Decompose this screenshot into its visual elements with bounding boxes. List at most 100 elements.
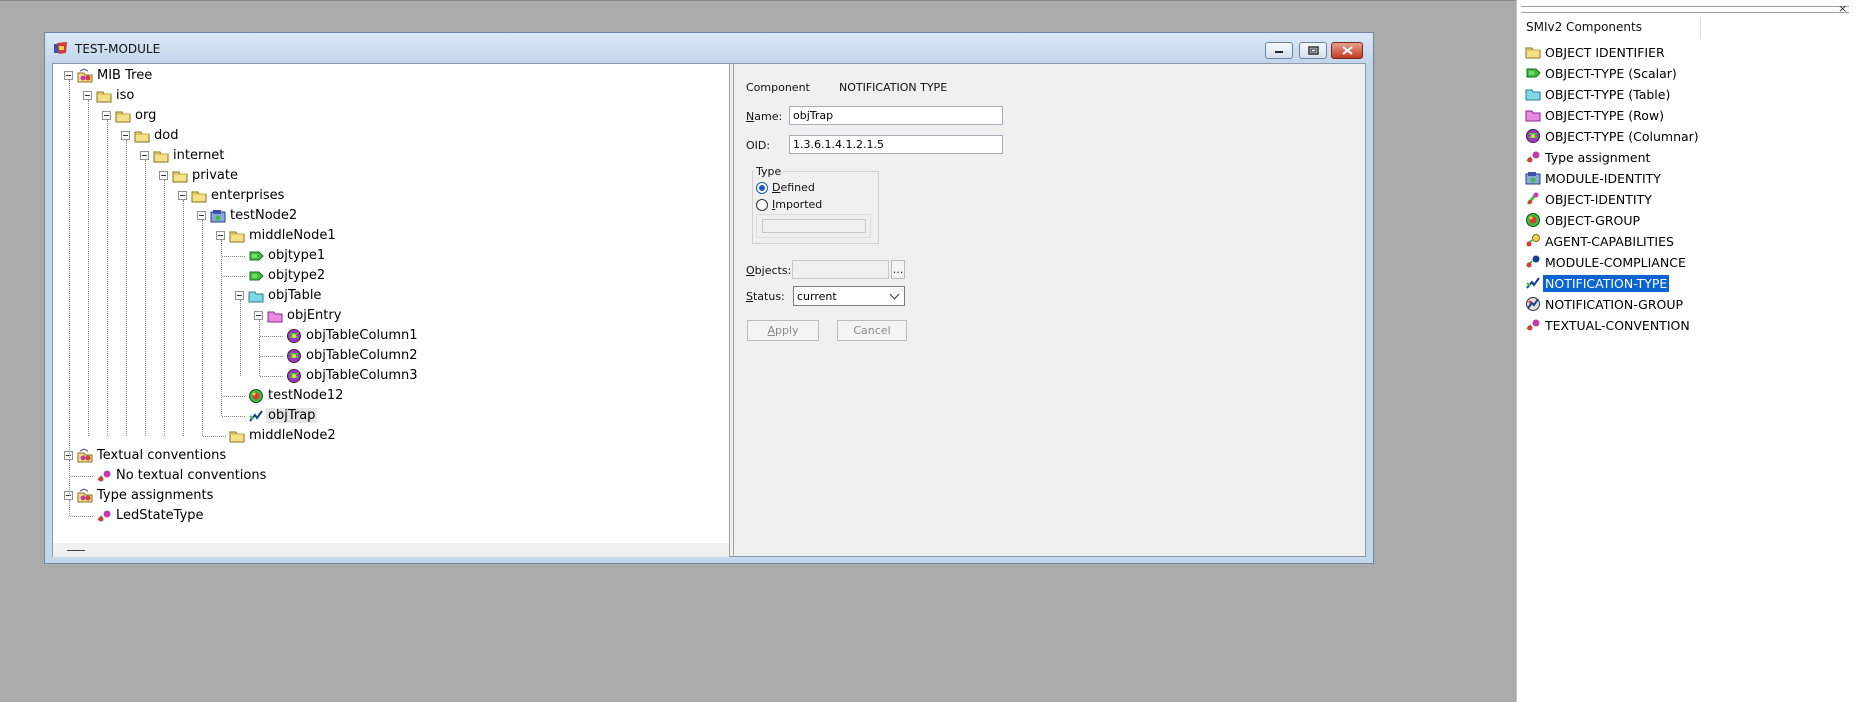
objects-label: Objects: bbox=[746, 264, 791, 277]
component-item-label: Type assignment bbox=[1545, 150, 1651, 165]
folder-icon bbox=[153, 151, 169, 163]
tree-node[interactable]: testNode12 bbox=[53, 386, 729, 406]
tree-node[interactable]: Type assignments bbox=[53, 486, 729, 506]
tree-node[interactable]: Textual conventions bbox=[53, 446, 729, 466]
collapse-toggle-icon[interactable] bbox=[121, 131, 130, 140]
horizontal-scrollbar[interactable] bbox=[53, 543, 729, 557]
tree-node[interactable]: No textual conventions bbox=[53, 466, 729, 486]
tree-node[interactable]: dod bbox=[53, 126, 729, 146]
minimize-icon bbox=[1275, 50, 1283, 53]
tree-node-label[interactable]: objTableColumn2 bbox=[304, 348, 420, 363]
scroll-thumb[interactable] bbox=[67, 550, 85, 551]
objects-label-accel: O bbox=[746, 264, 755, 277]
collapse-toggle-icon[interactable] bbox=[197, 211, 206, 220]
objects-browse-button[interactable]: ... bbox=[891, 260, 905, 279]
tree-node[interactable]: private bbox=[53, 166, 729, 186]
minimize-button[interactable] bbox=[1265, 42, 1293, 59]
tree-node-label[interactable]: Textual conventions bbox=[95, 448, 228, 463]
defined-radio[interactable] bbox=[756, 182, 768, 194]
apply-accel: A bbox=[767, 324, 775, 337]
folder-icon bbox=[134, 131, 150, 143]
collapse-toggle-icon[interactable] bbox=[159, 171, 168, 180]
tree-node[interactable]: LedStateType bbox=[53, 506, 729, 526]
tree-connector bbox=[107, 120, 108, 436]
close-button[interactable] bbox=[1331, 42, 1363, 59]
tree-node-label[interactable]: No textual conventions bbox=[114, 468, 268, 483]
tree-node[interactable]: testNode2 bbox=[53, 206, 729, 226]
name-label-accel: N bbox=[746, 110, 755, 123]
collapse-toggle-icon[interactable] bbox=[140, 151, 149, 160]
tree-node-label[interactable]: objtype1 bbox=[266, 248, 327, 263]
tree-node-label[interactable]: objEntry bbox=[285, 308, 343, 323]
apply-button[interactable]: Apply bbox=[747, 320, 819, 341]
tree-node-label[interactable]: iso bbox=[114, 88, 136, 103]
tree-node-label[interactable]: MIB Tree bbox=[95, 68, 154, 83]
tree-node[interactable]: middleNode2 bbox=[53, 426, 729, 446]
imported-radio[interactable] bbox=[756, 199, 768, 211]
tree-connector bbox=[164, 180, 165, 436]
scalar-icon bbox=[1526, 68, 1541, 78]
object-group-icon bbox=[1526, 213, 1540, 227]
tree-node[interactable]: internet bbox=[53, 146, 729, 166]
collapse-toggle-icon[interactable] bbox=[216, 231, 225, 240]
tree-node-label[interactable]: dod bbox=[152, 128, 180, 143]
tree-node-label[interactable]: middleNode2 bbox=[247, 428, 338, 443]
panel-grip[interactable] bbox=[1521, 6, 1849, 13]
imported-label[interactable]: Imported bbox=[772, 198, 822, 211]
tree-node[interactable]: middleNode1 bbox=[53, 226, 729, 246]
mib-root-icon bbox=[77, 488, 93, 503]
tree-node[interactable]: objTrap bbox=[53, 406, 729, 426]
tree-node-label[interactable]: testNode2 bbox=[228, 208, 299, 223]
tree-node-label[interactable]: objTableColumn1 bbox=[304, 328, 420, 343]
component-item-label: TEXTUAL-CONVENTION bbox=[1545, 318, 1690, 333]
tree-node-label[interactable]: internet bbox=[171, 148, 226, 163]
collapse-toggle-icon[interactable] bbox=[178, 191, 187, 200]
window-titlebar[interactable]: TEST-MODULE bbox=[45, 33, 1373, 63]
tree-node-label[interactable]: middleNode1 bbox=[247, 228, 338, 243]
collapse-toggle-icon[interactable] bbox=[254, 311, 263, 320]
pane-splitter[interactable] bbox=[729, 64, 734, 556]
tree-node-label[interactable]: private bbox=[190, 168, 240, 183]
tree-node-label[interactable]: org bbox=[133, 108, 158, 123]
tree-node-label[interactable]: Type assignments bbox=[95, 488, 215, 503]
collapse-toggle-icon[interactable] bbox=[235, 291, 244, 300]
tree-node[interactable]: org bbox=[53, 106, 729, 126]
mib-tree-pane[interactable]: MIB Tree iso org dod internet private enterpri… bbox=[53, 64, 729, 543]
collapse-toggle-icon[interactable] bbox=[64, 71, 73, 80]
component-value: NOTIFICATION TYPE bbox=[839, 81, 948, 94]
tree-node[interactable]: MIB Tree bbox=[53, 66, 729, 86]
cancel-button[interactable]: Cancel bbox=[837, 320, 907, 341]
panel-close-icon[interactable]: × bbox=[1838, 2, 1847, 15]
oid-field[interactable]: 1.3.6.1.4.1.2.1.5 bbox=[789, 135, 1003, 154]
tree-connector bbox=[222, 256, 245, 257]
module-identity-icon bbox=[210, 210, 226, 223]
component-item-label: NOTIFICATION-TYPE bbox=[1543, 275, 1670, 292]
collapse-toggle-icon[interactable] bbox=[83, 91, 92, 100]
tree-node-label[interactable]: testNode12 bbox=[266, 388, 345, 403]
tree-connector bbox=[183, 200, 184, 436]
tree-node[interactable]: objtype2 bbox=[53, 266, 729, 286]
restore-button[interactable] bbox=[1299, 42, 1327, 59]
collapse-toggle-icon[interactable] bbox=[102, 111, 111, 120]
tree-node[interactable]: iso bbox=[53, 86, 729, 106]
tree-node-label[interactable]: LedStateType bbox=[114, 508, 206, 523]
name-field[interactable]: objTrap bbox=[789, 106, 1003, 125]
tree-node[interactable]: enterprises bbox=[53, 186, 729, 206]
defined-label[interactable]: Defined bbox=[772, 181, 815, 194]
tree-node[interactable]: objTable bbox=[53, 286, 729, 306]
type-assignment-icon bbox=[1526, 151, 1540, 163]
status-label-accel: S bbox=[746, 290, 753, 303]
tree-node-label[interactable]: objTableColumn3 bbox=[304, 368, 420, 383]
tree-node[interactable]: objEntry bbox=[53, 306, 729, 326]
status-select[interactable]: current bbox=[793, 286, 905, 306]
tree-node[interactable]: objtype1 bbox=[53, 246, 729, 266]
tree-node[interactable]: objTableColumn2 bbox=[53, 346, 729, 366]
tree-connector bbox=[202, 220, 203, 436]
tree-node-label[interactable]: enterprises bbox=[209, 188, 286, 203]
tree-node[interactable]: objTableColumn1 bbox=[53, 326, 729, 346]
desktop-edge bbox=[0, 0, 1516, 1]
tree-node-label[interactable]: objTrap bbox=[266, 408, 318, 423]
tree-node[interactable]: objTableColumn3 bbox=[53, 366, 729, 386]
tree-node-label[interactable]: objTable bbox=[266, 288, 323, 303]
tree-node-label[interactable]: objtype2 bbox=[266, 268, 327, 283]
